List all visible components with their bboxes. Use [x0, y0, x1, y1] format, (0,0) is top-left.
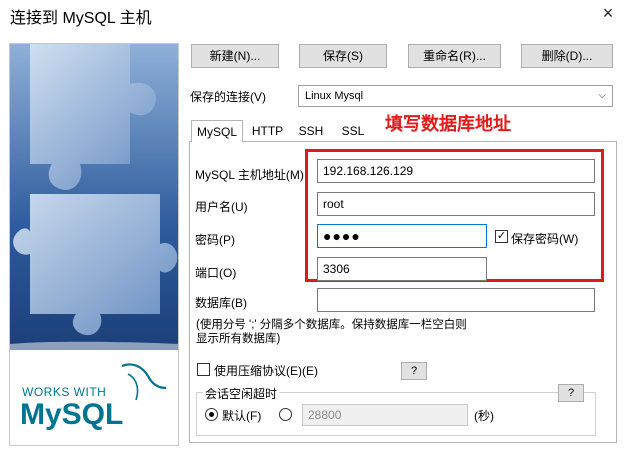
- annotation-text: 填写数据库地址: [385, 114, 511, 134]
- database-input[interactable]: [317, 288, 595, 312]
- timeout-custom-radio[interactable]: [279, 408, 292, 421]
- timeout-default-radio[interactable]: [205, 408, 218, 421]
- password-input[interactable]: ●●●●: [317, 224, 487, 248]
- window-title: 连接到 MySQL 主机: [10, 10, 152, 27]
- timeout-default-label: 默认(F): [222, 409, 262, 423]
- compression-help-button[interactable]: ?: [401, 362, 427, 380]
- host-label: MySQL 主机地址(M): [195, 168, 304, 182]
- seconds-label: (秒): [474, 409, 494, 423]
- port-input[interactable]: 3306: [317, 257, 487, 281]
- database-note-line1: (使用分号 ';' 分隔多个数据库。保持数据库一栏空白则: [196, 319, 467, 331]
- tab-mysql[interactable]: MySQL: [191, 120, 243, 142]
- tab-http[interactable]: HTTP: [245, 120, 290, 142]
- works-with-text: WORKS WITH: [22, 385, 107, 399]
- mysql-logo-text: MySQL: [20, 398, 124, 431]
- saved-connection-value: Linux Mysql: [305, 90, 364, 102]
- save-password-checkbox[interactable]: ✓: [495, 230, 508, 243]
- database-note-line2: 显示所有数据库): [196, 333, 281, 345]
- save-password-label: 保存密码(W): [511, 232, 579, 246]
- timeout-help-button[interactable]: ?: [558, 384, 584, 402]
- database-label: 数据库(B): [195, 296, 247, 310]
- save-button[interactable]: 保存(S): [299, 44, 387, 68]
- saved-connection-label: 保存的连接(V): [190, 90, 266, 104]
- chevron-down-icon: ⌵: [598, 90, 606, 101]
- user-input[interactable]: root: [317, 192, 595, 216]
- timeout-input[interactable]: 28800: [302, 404, 468, 426]
- compression-label: 使用压缩协议(E)(E): [214, 364, 318, 378]
- compression-checkbox[interactable]: [197, 363, 210, 376]
- delete-button[interactable]: 删除(D)...: [521, 44, 613, 68]
- rename-button[interactable]: 重命名(R)...: [408, 44, 501, 68]
- host-input[interactable]: 192.168.126.129: [317, 159, 595, 183]
- session-timeout-label: 会话空闲超时: [203, 385, 280, 402]
- tab-ssh[interactable]: SSH: [292, 120, 330, 142]
- password-label: 密码(P): [195, 233, 235, 247]
- mysql-logo: MySQL: [20, 398, 123, 432]
- saved-connection-select[interactable]: Linux Mysql ⌵: [298, 85, 613, 107]
- side-image: WORKS WITH MySQL: [9, 43, 179, 446]
- close-icon[interactable]: ×: [596, 2, 620, 24]
- port-label: 端口(O): [195, 266, 237, 280]
- user-label: 用户名(U): [195, 200, 248, 214]
- new-button[interactable]: 新建(N)...: [191, 44, 279, 68]
- tab-ssl[interactable]: SSL: [334, 120, 372, 142]
